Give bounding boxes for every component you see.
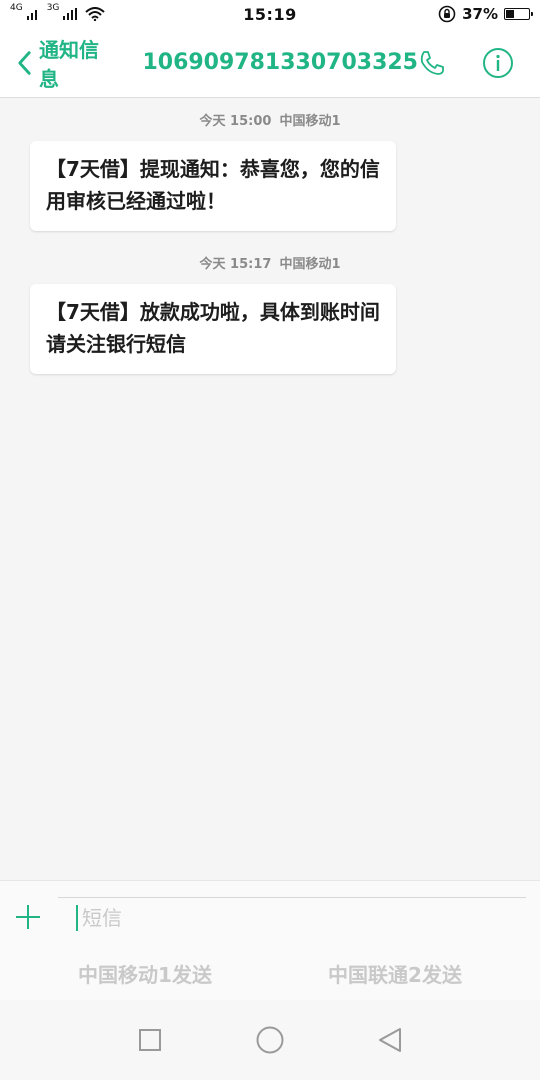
recents-button[interactable] <box>130 1020 170 1060</box>
message-timestamp: 今天 15:00 中国移动1 <box>0 110 540 129</box>
message-text: 【7天借】提现通知：恭喜您，您的信用审核已经通过啦！ <box>46 157 380 213</box>
back-button[interactable]: 通知信息 <box>16 34 114 92</box>
send-row: 中国移动1发送 中国联通2发送 <box>0 953 540 993</box>
battery-fill <box>506 10 515 18</box>
timestamp-time: 今天 15:00 <box>199 114 272 129</box>
conversation-header: 通知信息 106909781330703325 <box>0 28 540 98</box>
wifi-icon <box>85 7 106 21</box>
signal2-label: 3G <box>46 2 60 13</box>
timestamp-carrier: 中国移动1 <box>279 114 341 129</box>
home-button[interactable] <box>250 1020 290 1060</box>
status-right: 37% <box>438 5 533 23</box>
send-sim2-button[interactable]: 中国联通2发送 <box>328 959 462 988</box>
back-chevron-icon <box>18 50 31 75</box>
signal-icon <box>63 8 78 20</box>
recents-square-icon <box>139 1029 161 1051</box>
home-circle-icon <box>256 1026 284 1054</box>
message-bubble[interactable]: 【7天借】放款成功啦，具体到账时间请关注银行短信 <box>30 284 396 374</box>
info-icon[interactable] <box>482 47 514 79</box>
timestamp-time: 今天 15:17 <box>199 257 272 272</box>
sms-input[interactable] <box>80 904 464 931</box>
back-triangle-icon <box>379 1028 401 1052</box>
status-left: 4G 3G <box>10 2 106 21</box>
compose-row <box>0 881 540 953</box>
message-text: 【7天借】放款成功啦，具体到账时间请关注银行短信 <box>46 300 380 356</box>
phone-icon[interactable] <box>418 49 446 77</box>
status-time: 15:19 <box>243 4 297 24</box>
timestamp-carrier: 中国移动1 <box>279 257 341 272</box>
message-list: 今天 15:00 中国移动1 【7天借】提现通知：恭喜您，您的信用审核已经通过啦！… <box>0 98 540 880</box>
message-timestamp: 今天 15:17 中国移动1 <box>0 253 540 272</box>
message-bubble[interactable]: 【7天借】提现通知：恭喜您，您的信用审核已经通过啦！ <box>30 141 396 231</box>
battery-icon <box>504 8 533 20</box>
compose-area: 中国移动1发送 中国联通2发送 <box>0 880 540 1001</box>
plus-icon <box>16 905 40 929</box>
battery-percent: 37% <box>462 5 498 23</box>
lock-rotation-icon <box>438 5 456 23</box>
sms-input-wrap <box>58 896 526 938</box>
signal1-label: 4G <box>10 2 23 13</box>
navigation-bar <box>0 1000 540 1080</box>
conversation-title: 106909781330703325 <box>142 50 418 75</box>
back-label: 通知信息 <box>38 37 99 91</box>
signal-icon <box>26 10 37 20</box>
text-caret <box>76 904 78 931</box>
back-nav-button[interactable] <box>370 1020 410 1060</box>
header-actions <box>418 47 514 79</box>
status-bar: 4G 3G 15:19 37% <box>0 0 540 28</box>
send-sim1-button[interactable]: 中国移动1发送 <box>78 959 212 988</box>
attach-button[interactable] <box>14 903 42 931</box>
